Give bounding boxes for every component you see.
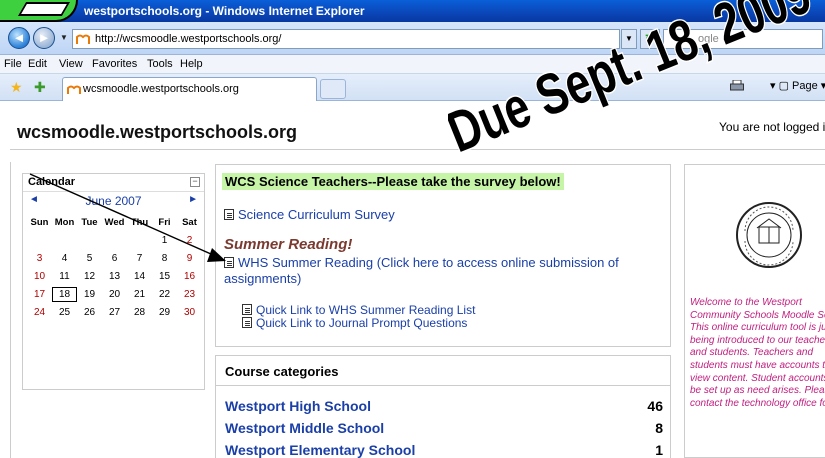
calendar-day[interactable]: 1 [152, 233, 177, 248]
due-date-annotation: Due Sept. 18, 2009 [448, 0, 821, 167]
calendar-weekday-label: Sat [182, 217, 197, 228]
summer-reading-heading: Summer Reading! [224, 236, 353, 253]
tab-wcsmoodle[interactable]: wcsmoodle.westportschools.org [62, 77, 317, 101]
category-count: 8 [655, 420, 663, 436]
menu-file[interactable]: File [4, 58, 22, 70]
menu-view[interactable]: View [59, 58, 83, 70]
calendar-day[interactable]: 27 [102, 305, 127, 320]
calendar-weekday-label: Sun [30, 217, 49, 228]
menu-help[interactable]: Help [180, 58, 203, 70]
window-title: westportschools.org - Windows Internet E… [84, 4, 365, 18]
calendar-weekday-label: Wed [104, 217, 125, 228]
calendar-day[interactable]: 9 [177, 251, 202, 266]
calendar-day [127, 233, 152, 248]
calendar-day[interactable]: 6 [102, 251, 127, 266]
calendar-block: Calendar − ◄ June 2007 ► Sun Mon Tue Wed Thu… [22, 173, 205, 390]
document-icon [242, 317, 252, 328]
calendar-title: Calendar [28, 176, 76, 188]
calendar-day[interactable]: 23 [177, 287, 202, 302]
back-arrow-icon[interactable]: ◄ [8, 27, 30, 49]
town-seal-icon [736, 202, 802, 268]
due-date-text: Due Sept. 18, 2009 [448, 0, 820, 165]
collapse-icon[interactable]: − [190, 177, 200, 187]
calendar-day[interactable]: 26 [77, 305, 102, 320]
menu-favorites[interactable]: Favorites [92, 58, 137, 70]
calendar-day[interactable]: 25 [52, 305, 77, 320]
calendar-day[interactable]: 21 [127, 287, 152, 302]
calendar-day[interactable]: 24 [27, 305, 52, 320]
announcement-box: WCS Science Teachers--Please take the su… [215, 164, 671, 347]
calendar-day[interactable]: 13 [102, 269, 127, 284]
science-survey-link[interactable]: Science Curriculum Survey [224, 207, 395, 222]
welcome-text: Welcome to the Westport Community School… [690, 297, 825, 409]
calendar-day[interactable]: 3 [27, 251, 52, 266]
course-categories-box: Course categories Westport High School 4… [215, 355, 671, 458]
moodle-tab-favicon-icon [67, 85, 81, 94]
calendar-grid: Sun Mon Tue Wed Thu Fri Sat 1 2 3 4 5 6 7 8 9 10 11 12 13 14… [27, 215, 203, 320]
calendar-day[interactable]: 10 [27, 269, 52, 284]
document-icon [224, 257, 234, 268]
add-favorite-icon[interactable]: ✚ [34, 79, 46, 96]
forward-arrow-icon[interactable]: ► [33, 27, 55, 49]
summer-reading-link[interactable]: WHS Summer Reading (Click here to access… [224, 255, 664, 287]
calendar-day[interactable]: 19 [77, 287, 102, 302]
category-high-school-link[interactable]: Westport High School [225, 398, 371, 414]
category-row: Westport High School 46 [225, 398, 665, 418]
calendar-day[interactable]: 29 [152, 305, 177, 320]
menu-tools[interactable]: Tools [147, 58, 173, 70]
favorites-star-icon[interactable]: ★ [10, 79, 23, 96]
site-name: wcsmoodle.westportschools.org [17, 122, 298, 142]
calendar-day[interactable]: 7 [127, 251, 152, 266]
calendar-day[interactable]: 8 [152, 251, 177, 266]
calendar-day[interactable]: 20 [102, 287, 127, 302]
calendar-day[interactable]: 2 [177, 233, 202, 248]
category-count: 46 [647, 398, 663, 414]
course-categories-title: Course categories [225, 364, 339, 379]
calendar-day[interactable]: 16 [177, 269, 202, 284]
left-column-border [10, 162, 11, 458]
reading-list-link[interactable]: Quick Link to WHS Summer Reading List [242, 303, 475, 317]
calendar-month[interactable]: June 2007 [23, 194, 204, 208]
category-row: Westport Elementary School 1 [225, 442, 665, 458]
calendar-day[interactable]: 17 [27, 287, 52, 302]
calendar-day[interactable]: 12 [77, 269, 102, 284]
history-dropdown-icon[interactable]: ▼ [60, 33, 68, 42]
calendar-day[interactable]: 11 [52, 269, 77, 284]
calendar-day[interactable]: 4 [52, 251, 77, 266]
calendar-weekday-label: Fri [158, 217, 171, 228]
calendar-day [27, 233, 52, 248]
calendar-day[interactable]: 14 [127, 269, 152, 284]
welcome-block: Welcome to the Westport Community School… [684, 164, 825, 458]
new-tab-button[interactable] [320, 79, 346, 99]
category-count: 1 [655, 442, 663, 458]
category-row: Westport Middle School 8 [225, 420, 665, 440]
calendar-weekday-label: Mon [54, 217, 75, 228]
calendar-day[interactable]: 30 [177, 305, 202, 320]
menu-edit[interactable]: Edit [28, 58, 47, 70]
calendar-day [52, 233, 77, 248]
calendar-day[interactable]: 5 [77, 251, 102, 266]
moodle-favicon-icon [76, 34, 90, 44]
calendar-day [77, 233, 102, 248]
calendar-day [102, 233, 127, 248]
tab-label: wcsmoodle.westportschools.org [83, 83, 239, 95]
calendar-day[interactable]: 18 [52, 287, 77, 302]
category-middle-school-link[interactable]: Westport Middle School [225, 420, 384, 436]
category-elementary-school-link[interactable]: Westport Elementary School [225, 442, 415, 458]
calendar-day[interactable]: 22 [152, 287, 177, 302]
calendar-weekday-label: Thu [130, 217, 149, 228]
document-icon [242, 304, 252, 315]
address-text: http://wcsmoodle.westportschools.org/ [95, 33, 282, 45]
journal-prompts-link[interactable]: Quick Link to Journal Prompt Questions [242, 316, 467, 330]
calendar-day[interactable]: 15 [152, 269, 177, 284]
calendar-day[interactable]: 28 [127, 305, 152, 320]
annotation-logo-shape [0, 0, 78, 22]
document-icon [224, 209, 234, 220]
calendar-weekday-label: Tue [81, 217, 98, 228]
next-month-icon[interactable]: ► [188, 194, 198, 205]
survey-banner: WCS Science Teachers--Please take the su… [222, 173, 564, 190]
